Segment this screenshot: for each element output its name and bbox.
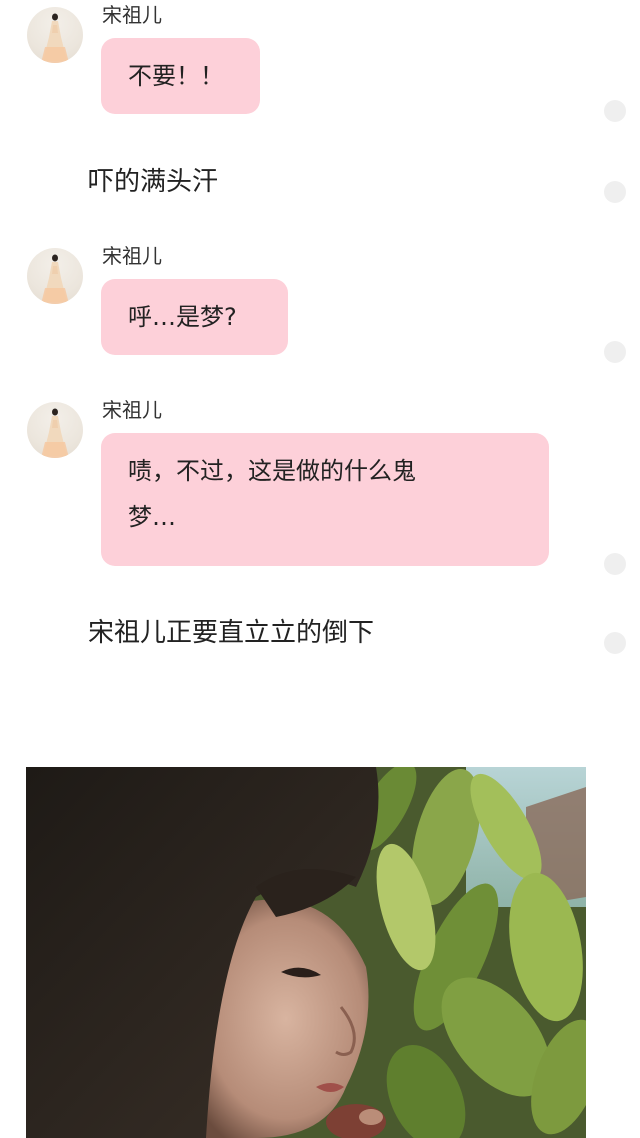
sender-name: 宋祖儿 [102, 398, 162, 422]
message-text: 不要！！ [128, 62, 224, 90]
avatar[interactable] [27, 402, 83, 458]
message-text-line: 梦… [128, 503, 176, 531]
narration-text: 吓的满头汗 [88, 167, 219, 197]
message-bubble[interactable]: 呼…是梦? [101, 279, 288, 355]
avatar[interactable] [27, 248, 83, 304]
chat-image[interactable] [26, 767, 586, 1138]
status-dot-icon [604, 632, 626, 654]
status-dot-icon [604, 341, 626, 363]
sender-name: 宋祖儿 [102, 244, 162, 268]
message-bubble[interactable]: 不要！！ [101, 38, 260, 114]
status-dot-icon [604, 181, 626, 203]
narration-text: 宋祖儿正要直立立的倒下 [88, 618, 375, 648]
avatar[interactable] [27, 7, 83, 63]
sender-name: 宋祖儿 [102, 3, 162, 27]
message-text-line: 啧，不过，这是做的什么鬼 [128, 457, 416, 485]
status-dot-icon [604, 553, 626, 575]
message-bubble[interactable]: 啧，不过，这是做的什么鬼 梦… [101, 433, 549, 566]
message-text: 呼…是梦? [128, 303, 237, 331]
portrait-photo [26, 767, 586, 1138]
status-dot-icon [604, 100, 626, 122]
